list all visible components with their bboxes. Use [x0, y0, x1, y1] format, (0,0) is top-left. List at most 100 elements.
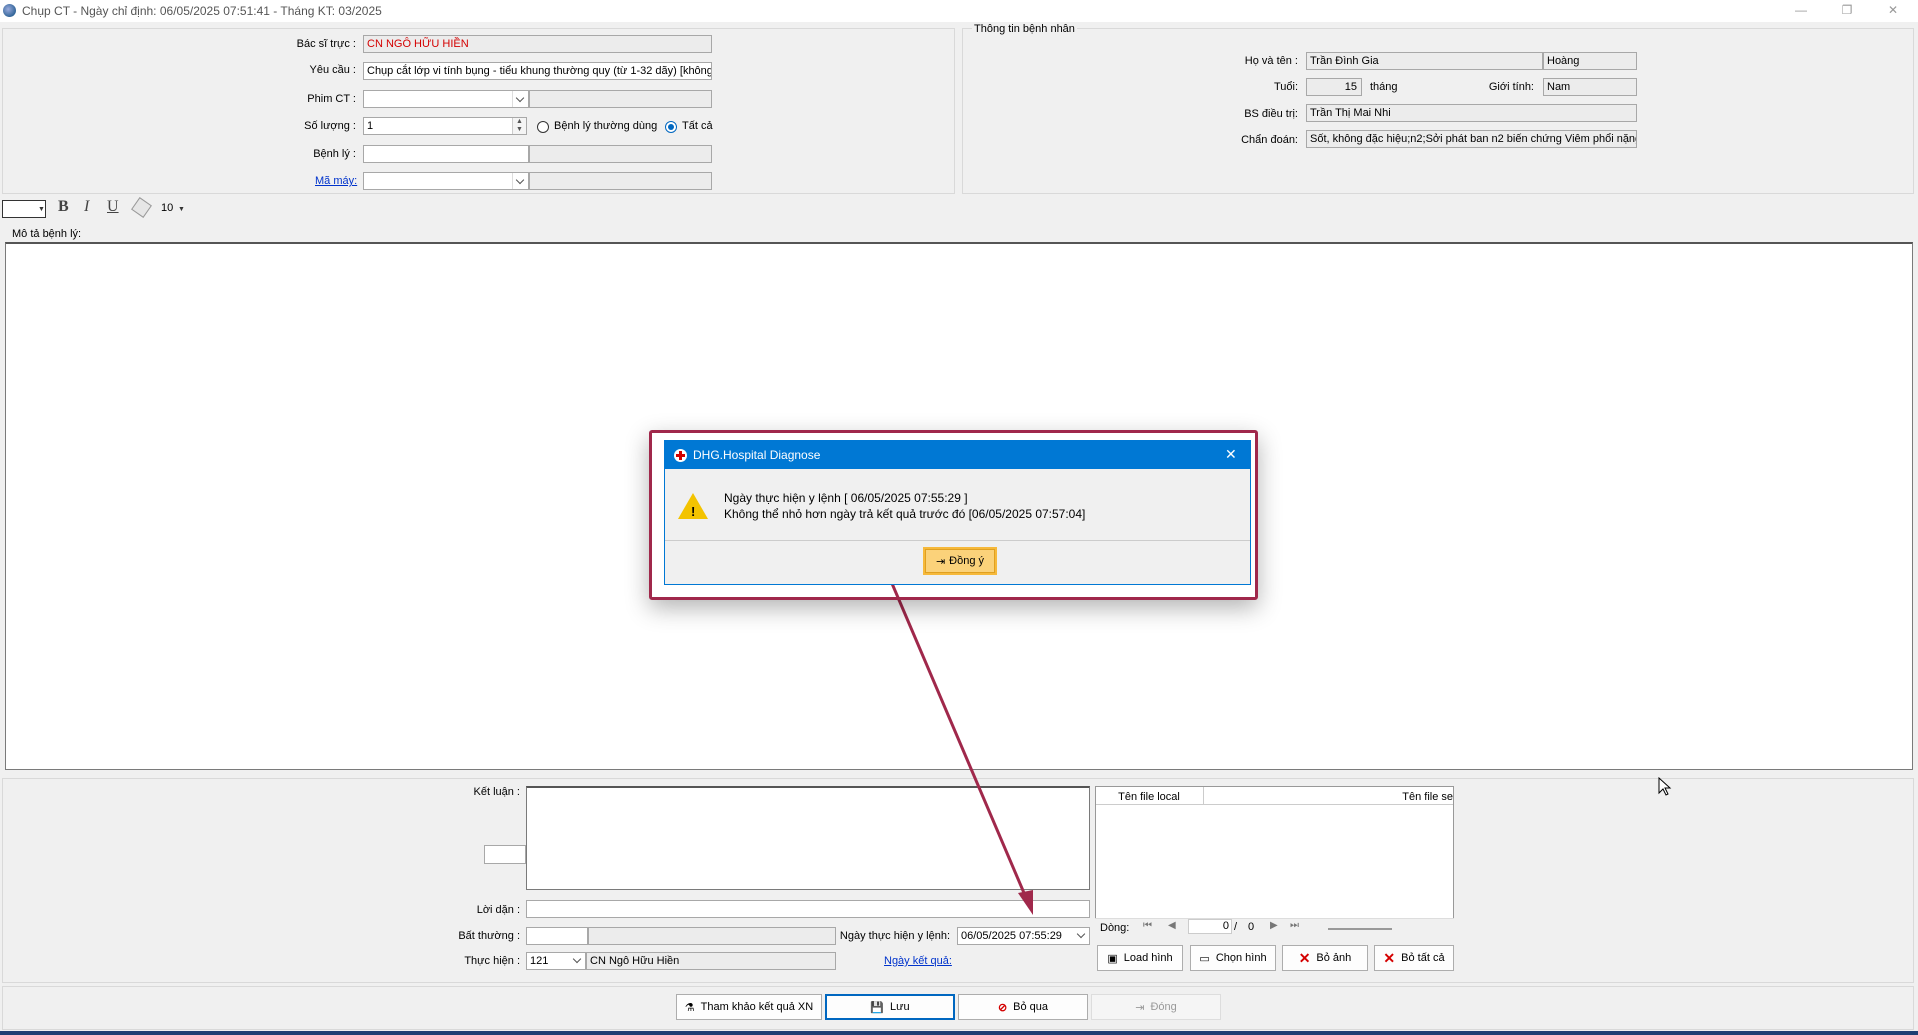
radio-benh-ly-thuong-dung[interactable] — [537, 121, 549, 133]
grid-scrollbar[interactable] — [1328, 928, 1392, 930]
ngay-thuc-hien-picker[interactable]: 06/05/2025 07:55:29 — [957, 927, 1090, 945]
ten-field: Hoàng — [1543, 52, 1637, 70]
next-record-icon[interactable]: ▶ — [1270, 920, 1278, 931]
flask-icon: ⚗ — [684, 1001, 695, 1014]
benh-ly-label: Bệnh lý : — [313, 148, 356, 160]
window-title: Chụp CT - Ngày chỉ định: 06/05/2025 07:5… — [22, 4, 382, 18]
ho-ten-field: Trần Đình Gia — [1306, 52, 1543, 70]
file-grid[interactable]: Tên file local Tên file se — [1095, 786, 1454, 938]
bold-button[interactable]: B — [58, 198, 69, 216]
record-position[interactable]: 0 — [1188, 919, 1232, 934]
load-hinh-button[interactable]: ▣ Load hình — [1097, 945, 1183, 971]
font-size-select[interactable]: 10 — [161, 202, 173, 214]
bo-qua-button[interactable]: ⊘ Bỏ qua — [958, 994, 1088, 1020]
stepper-arrows-icon[interactable]: ▲ ▼ — [512, 118, 526, 134]
close-icon: ✕ — [1383, 950, 1396, 966]
dialog-message-line2: Không thể nhỏ hơn ngày trả kết quả trước… — [724, 507, 1086, 521]
bo-anh-button[interactable]: ✕ Bỏ ảnh — [1282, 945, 1368, 971]
close-window-button[interactable]: ✕ — [1870, 0, 1916, 22]
luu-button[interactable]: 💾 Lưu — [825, 994, 955, 1020]
exit-icon: ⇥ — [1135, 1001, 1145, 1014]
dong-y-button[interactable]: ⇥ Đồng ý — [925, 549, 995, 573]
bs-dieu-tri-label: BS điều trị: — [1244, 108, 1298, 120]
chon-hinh-label: Chọn hình — [1215, 952, 1267, 964]
load-hinh-label: Load hình — [1123, 952, 1173, 964]
italic-button[interactable]: I — [84, 198, 89, 216]
dong-button: ⇥ Đóng — [1091, 994, 1221, 1020]
mo-ta-label: Mô tả bệnh lý: — [12, 228, 82, 240]
record-separator: / — [1234, 921, 1238, 933]
phim-ct-desc — [529, 90, 712, 108]
yeu-cau-field[interactable]: Chụp cắt lớp vi tính bụng - tiểu khung t… — [363, 62, 712, 80]
bat-thuong-desc — [588, 927, 836, 945]
tham-khao-button[interactable]: ⚗ Tham khảo kết quả XN — [676, 994, 822, 1020]
last-record-icon[interactable]: ⏭ — [1290, 920, 1299, 931]
chevron-down-icon[interactable] — [570, 953, 585, 969]
tuoi-field: 15 — [1306, 78, 1362, 96]
dialog-title: DHG.Hospital Diagnose — [665, 441, 1250, 469]
chan-doan-field: Sốt, không đặc hiệu;n2;Sởi phát ban n2 b… — [1306, 130, 1637, 148]
dong-label-footer: Đóng — [1150, 1001, 1177, 1013]
save-icon: 💾 — [870, 1001, 885, 1014]
chevron-down-icon[interactable]: ▼ — [178, 206, 185, 213]
col-ten-file-server[interactable]: Tên file se — [1204, 791, 1453, 803]
chevron-down-icon[interactable]: ▼ — [38, 206, 45, 213]
warning-exclamation: ! — [691, 504, 696, 519]
chevron-down-icon[interactable] — [512, 91, 528, 107]
app-badge-icon — [674, 449, 687, 462]
phim-ct-combo[interactable] — [363, 90, 529, 108]
title-bar: Chụp CT - Ngày chỉ định: 06/05/2025 07:5… — [0, 0, 1918, 22]
app-icon — [3, 4, 16, 17]
benh-ly-desc — [529, 145, 712, 163]
yeu-cau-label: Yêu cầu : — [309, 64, 356, 76]
ket-luan-small-field[interactable] — [484, 845, 526, 864]
luu-label: Lưu — [890, 1001, 910, 1013]
tuoi-unit: tháng — [1370, 81, 1398, 93]
dialog-message-line1: Ngày thực hiện y lệnh [ 06/05/2025 07:55… — [724, 491, 968, 505]
patient-info-title: Thông tin bệnh nhân — [972, 23, 1077, 35]
radio-tat-ca-label: Tất cả — [682, 120, 713, 132]
bo-tat-ca-button[interactable]: ✕ Bỏ tất cả — [1374, 945, 1454, 971]
radio-tat-ca[interactable] — [665, 121, 677, 133]
gioi-tinh-field: Nam — [1543, 78, 1637, 96]
underline-button[interactable]: U — [107, 198, 119, 216]
mouse-cursor-icon — [1658, 777, 1672, 796]
minimize-button[interactable]: — — [1778, 0, 1824, 22]
bo-anh-label: Bỏ ảnh — [1316, 952, 1352, 964]
ma-may-combo[interactable] — [363, 172, 529, 190]
prev-record-icon[interactable]: ◀ — [1168, 920, 1176, 931]
exit-icon: ⇥ — [935, 555, 946, 568]
gioi-tinh-label: Giới tính: — [1488, 81, 1534, 93]
so-luong-stepper[interactable]: 1 — [363, 117, 527, 135]
maximize-button[interactable]: ❐ — [1824, 0, 1870, 22]
ket-luan-editor[interactable] — [526, 786, 1090, 890]
radio-benh-ly-label: Bệnh lý thường dùng — [554, 120, 658, 132]
tham-khao-label: Tham khảo kết quả XN — [700, 1001, 814, 1013]
first-record-icon[interactable]: ⏮ — [1143, 920, 1152, 931]
bat-thuong-field[interactable] — [526, 927, 588, 945]
ket-luan-label: Kết luận : — [473, 786, 520, 798]
thuc-hien-label: Thực hiện : — [464, 955, 520, 967]
bac-si-truc-field[interactable]: CN NGÔ HỮU HIỀN — [363, 35, 712, 53]
ma-may-desc — [529, 172, 712, 190]
benh-ly-field[interactable] — [363, 145, 529, 163]
loi-dan-field[interactable] — [526, 900, 1090, 918]
cancel-icon: ⊘ — [997, 1001, 1008, 1014]
dialog-close-icon[interactable]: ✕ — [1225, 446, 1237, 463]
ma-may-link[interactable]: Mã máy: — [315, 175, 357, 187]
bat-thuong-label: Bất thường : — [458, 930, 520, 942]
bo-tat-ca-label: Bỏ tất cả — [1401, 952, 1445, 964]
eraser-icon[interactable] — [131, 197, 152, 218]
col-ten-file-local[interactable]: Tên file local — [1096, 791, 1202, 803]
chevron-down-icon[interactable] — [1074, 928, 1089, 944]
phim-ct-label: Phim CT : — [307, 93, 356, 105]
loi-dan-label: Lời dặn : — [476, 904, 520, 916]
ngay-ket-qua-link[interactable]: Ngày kết quả: — [884, 955, 952, 967]
chevron-down-icon[interactable] — [512, 173, 528, 189]
dong-y-label: Đồng ý — [949, 555, 985, 567]
dialog-divider — [665, 540, 1250, 541]
chan-doan-label: Chẩn đoán: — [1241, 134, 1298, 146]
tuoi-label: Tuổi: — [1273, 81, 1298, 93]
chon-hinh-button[interactable]: ▭ Chọn hình — [1190, 945, 1276, 971]
bac-si-truc-label: Bác sĩ trực : — [296, 38, 356, 50]
